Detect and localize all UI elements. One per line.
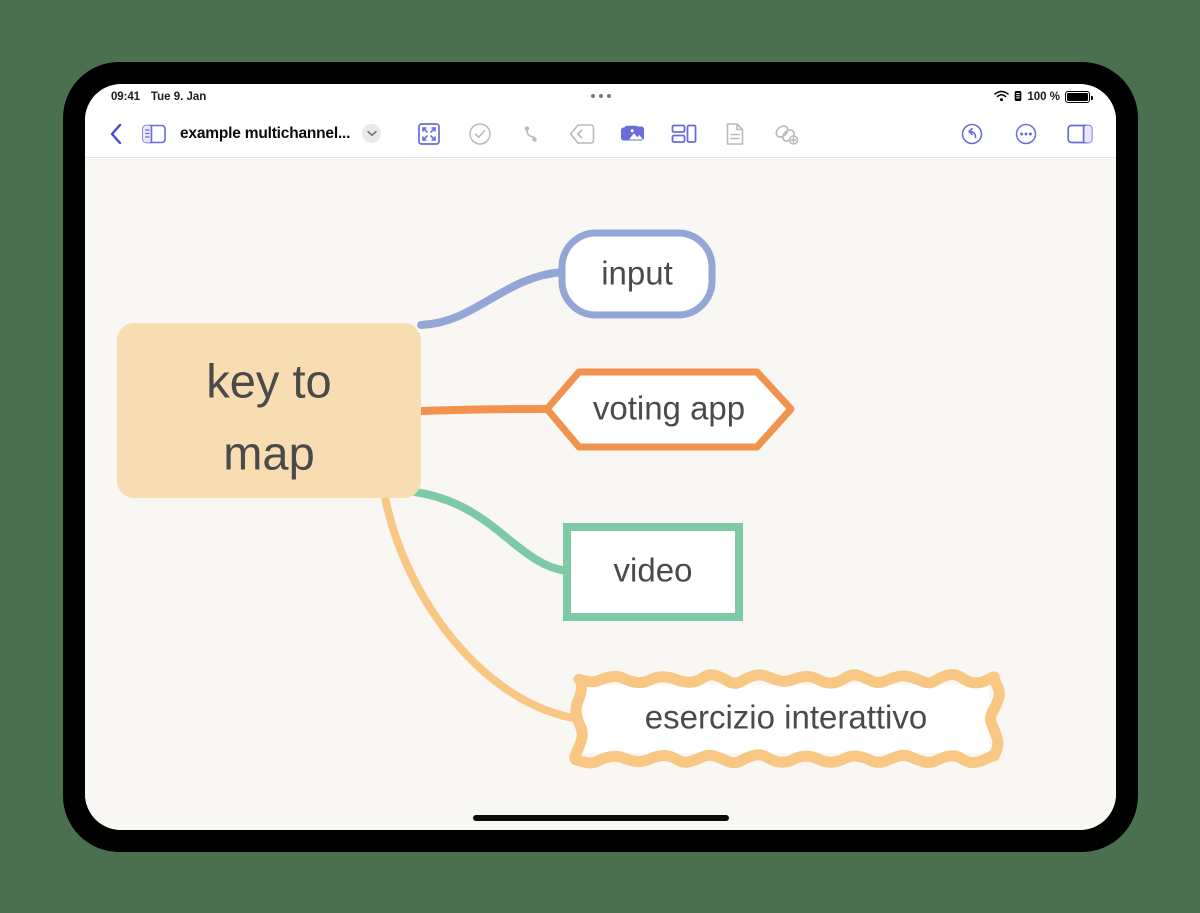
connection-line-icon[interactable] <box>517 120 545 148</box>
photos-icon[interactable] <box>619 120 647 148</box>
status-bar-left: 09:41 Tue 9. Jan <box>111 91 206 103</box>
three-dots-indicator <box>590 94 611 98</box>
mindmap-node-esercizio-interattivo[interactable]: esercizio interattivo <box>569 669 1005 769</box>
wifi-icon <box>994 90 1010 105</box>
root-node-label-line2: map <box>223 426 314 479</box>
esercizio-node-label: esercizio interattivo <box>645 699 927 736</box>
dot <box>606 94 611 98</box>
home-indicator-bar[interactable] <box>472 815 729 821</box>
voting-app-node-label: voting app <box>593 390 745 427</box>
battery-small-icon <box>1014 90 1022 105</box>
tablet-screen: 09:41 Tue 9. Jan 100 % example multichan… <box>85 84 1116 830</box>
dot <box>590 94 595 98</box>
root-node-label-line1: key to <box>206 354 331 407</box>
layout-arrange-icon[interactable] <box>670 120 698 148</box>
connector-to-video <box>411 488 571 575</box>
status-time: 09:41 <box>111 91 140 103</box>
status-bar: 09:41 Tue 9. Jan 100 % <box>85 84 1116 110</box>
connector-to-voting-app <box>417 405 559 415</box>
chevron-down-icon[interactable] <box>362 124 382 143</box>
shape-marker-icon[interactable] <box>568 120 596 148</box>
mindmap-svg: key to map input voting app video eserci… <box>117 229 1005 769</box>
undo-icon[interactable] <box>958 120 986 148</box>
dot <box>598 94 603 98</box>
mindmap-node-input[interactable]: input <box>558 229 716 319</box>
navigation-toolbar: example multichannel... <box>85 110 1116 158</box>
battery-full-icon <box>1065 91 1093 103</box>
mindmap-node-root[interactable]: key to map <box>117 323 421 498</box>
mindmap-node-voting-app[interactable]: voting app <box>543 368 795 451</box>
status-date: Tue 9. Jan <box>150 91 207 103</box>
more-options-icon[interactable] <box>1012 120 1040 148</box>
sidebar-right-icon[interactable] <box>1066 120 1094 148</box>
connector-to-esercizio <box>381 493 583 723</box>
sidebar-panel-icon[interactable] <box>138 119 170 149</box>
toolbar-tool-group <box>415 120 800 148</box>
check-circle-icon[interactable] <box>466 120 494 148</box>
status-bar-right: 100 % <box>994 90 1093 105</box>
connector-to-input <box>417 268 566 329</box>
fit-to-screen-icon[interactable] <box>415 120 443 148</box>
toolbar-right-group <box>958 120 1094 148</box>
back-button[interactable] <box>103 119 129 149</box>
document-title[interactable]: example multichannel... <box>180 125 350 143</box>
video-node-label: video <box>614 552 693 589</box>
input-node-label: input <box>601 255 673 292</box>
battery-fill <box>1067 93 1088 101</box>
mindmap-node-video[interactable]: video <box>563 523 743 621</box>
tablet-device-frame: 09:41 Tue 9. Jan 100 % example multichan… <box>63 62 1138 852</box>
mindmap-canvas[interactable]: key to map input voting app video eserci… <box>85 159 1116 830</box>
add-link-icon[interactable] <box>772 120 800 148</box>
battery-percent-label: 100 % <box>1027 91 1060 103</box>
document-icon[interactable] <box>721 120 749 148</box>
